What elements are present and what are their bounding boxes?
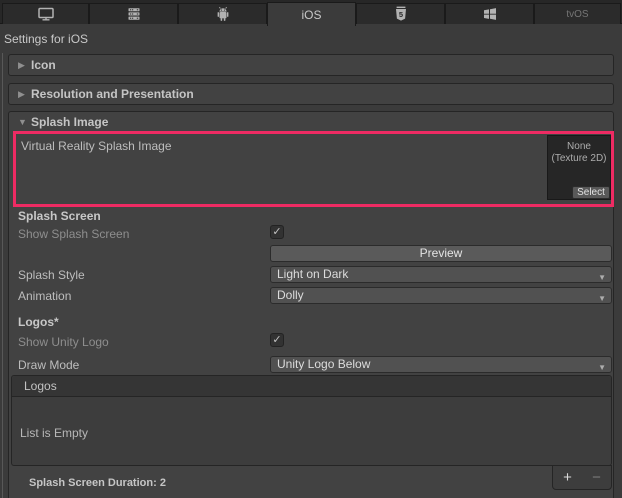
- animation-dropdown[interactable]: Dolly ▼: [270, 287, 612, 304]
- windows-icon: [482, 6, 498, 22]
- draw-mode-dropdown[interactable]: Unity Logo Below ▼: [270, 356, 612, 373]
- tab-windows[interactable]: [445, 3, 534, 24]
- show-unity-logo-checkbox[interactable]: ✓: [270, 333, 284, 347]
- dropdown-arrow-icon: ▼: [598, 270, 606, 285]
- section-resolution: ▶ Resolution and Presentation: [8, 83, 614, 105]
- monitor-icon: [37, 6, 55, 22]
- remove-logo-button[interactable]: −: [585, 468, 609, 488]
- show-splash-screen-checkbox[interactable]: ✓: [270, 225, 284, 239]
- foldout-collapsed-icon: ▶: [18, 84, 31, 104]
- draw-mode-label: Draw Mode: [18, 358, 79, 372]
- player-settings-panel: iOS 5 tvOS Settings for iOS: [0, 0, 622, 498]
- show-unity-logo-label: Show Unity Logo: [18, 335, 109, 349]
- splash-screen-group-header: Splash Screen: [18, 209, 101, 223]
- splash-style-label: Splash Style: [18, 268, 85, 282]
- section-resolution-header[interactable]: ▶ Resolution and Presentation: [9, 84, 613, 104]
- dropdown-arrow-icon: ▼: [598, 291, 606, 306]
- logos-list-empty-text: List is Empty: [20, 426, 88, 440]
- section-icon-label: Icon: [31, 58, 56, 72]
- tab-tvos-label: tvOS: [566, 9, 588, 20]
- draw-mode-value: Unity Logo Below: [277, 357, 370, 371]
- html5-icon: 5: [393, 6, 409, 22]
- foldout-expanded-icon: ▼: [18, 112, 31, 132]
- preview-button[interactable]: Preview: [270, 245, 612, 262]
- splash-duration-value: 2: [160, 477, 166, 489]
- dropdown-arrow-icon: ▼: [598, 360, 606, 375]
- logos-list: Logos: [11, 375, 612, 466]
- tab-webgl[interactable]: 5: [356, 3, 445, 24]
- show-splash-screen-label: Show Splash Screen: [18, 227, 129, 241]
- section-icon-header[interactable]: ▶ Icon: [9, 55, 613, 75]
- checkmark-icon: ✓: [272, 334, 281, 346]
- section-resolution-label: Resolution and Presentation: [31, 87, 194, 101]
- tab-dedicated-server[interactable]: [89, 3, 178, 24]
- splash-duration: Splash Screen Duration: 2: [29, 477, 166, 489]
- tab-standalone[interactable]: [2, 3, 89, 24]
- splash-style-dropdown[interactable]: Light on Dark ▼: [270, 266, 612, 283]
- section-icon: ▶ Icon: [8, 54, 614, 76]
- tab-ios[interactable]: iOS: [267, 2, 356, 26]
- foldout-collapsed-icon: ▶: [18, 55, 31, 75]
- section-splash-image-label: Splash Image: [31, 115, 108, 129]
- logos-list-footer: + −: [552, 465, 612, 490]
- logos-list-header: Logos: [12, 376, 611, 397]
- texture-select-button[interactable]: Select: [572, 186, 610, 199]
- animation-label: Animation: [18, 289, 71, 303]
- tab-android[interactable]: [178, 3, 267, 24]
- inspector-left-edge: [2, 53, 3, 498]
- tab-tvos[interactable]: tvOS: [534, 3, 621, 24]
- splash-duration-label: Splash Screen Duration:: [29, 477, 157, 489]
- tab-ios-label: iOS: [301, 8, 321, 22]
- server-icon: [126, 6, 142, 22]
- animation-value: Dolly: [277, 288, 304, 302]
- vr-splash-label: Virtual Reality Splash Image: [21, 139, 172, 153]
- checkmark-icon: ✓: [272, 226, 281, 238]
- texture-value-line2: (Texture 2D): [548, 153, 610, 165]
- section-splash-image-header[interactable]: ▼ Splash Image: [9, 112, 613, 132]
- svg-text:5: 5: [398, 10, 402, 19]
- add-logo-button[interactable]: +: [556, 468, 580, 488]
- page-title: Settings for iOS: [4, 32, 88, 46]
- texture-value-line1: None: [548, 141, 610, 153]
- logos-group-header: Logos*: [18, 315, 59, 329]
- android-icon: [215, 6, 231, 22]
- splash-style-value: Light on Dark: [277, 267, 348, 281]
